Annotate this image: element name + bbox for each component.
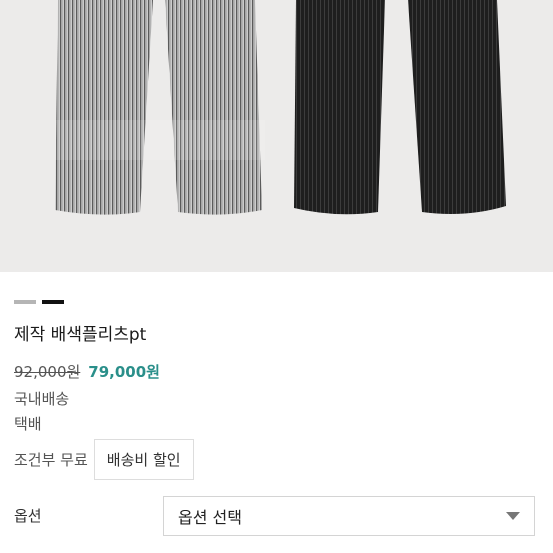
pleated-pants-illustration [55, 0, 506, 215]
shipping-fee-row: 조건부 무료 배송비 할인 [14, 439, 194, 480]
color-swatches [14, 300, 64, 304]
swatch-black[interactable] [42, 300, 64, 304]
product-title: 제작 배색플리츠pt [14, 325, 147, 345]
option-select-value: 옵션 선택 [178, 508, 242, 527]
option-label: 옵션 [14, 507, 42, 525]
product-image[interactable] [0, 0, 553, 272]
price-row: 92,000원 79,000원 [14, 361, 160, 382]
sale-price: 79,000원 [88, 363, 160, 381]
shipping-origin: 국내배송 [14, 390, 70, 408]
option-select[interactable]: 옵션 선택 [163, 496, 535, 536]
chevron-down-icon [506, 512, 520, 520]
original-price: 92,000원 [14, 363, 81, 381]
shipping-discount-button[interactable]: 배송비 할인 [93, 439, 194, 480]
shipping-fee-label: 조건부 무료 [14, 451, 88, 469]
swatch-grey[interactable] [14, 300, 36, 304]
shipping-method: 택배 [14, 415, 42, 433]
